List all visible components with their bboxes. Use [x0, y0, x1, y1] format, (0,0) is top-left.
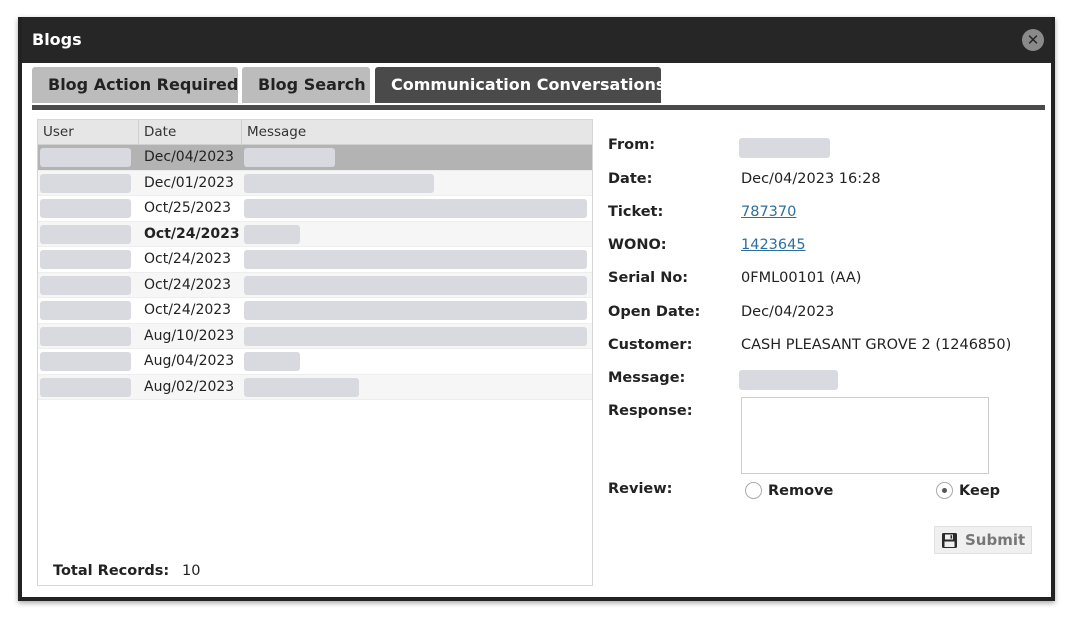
ticket-label: Ticket:: [608, 204, 664, 220]
from-label: From:: [608, 137, 655, 153]
date-cell: Dec/04/2023: [144, 149, 234, 165]
review-keep-label: Keep: [959, 482, 1001, 499]
tab-blog-search[interactable]: Blog Search: [242, 67, 370, 103]
table-row[interactable]: Dec/04/2023: [38, 145, 592, 171]
total-records-label: Total Records:: [53, 563, 170, 579]
date-cell: Oct/24/2023: [144, 302, 232, 318]
open-date-value: Dec/04/2023: [741, 304, 835, 320]
from-value-redacted: [739, 138, 830, 158]
submit-label: Submit: [965, 531, 1026, 549]
user-cell-redacted: [40, 250, 131, 269]
user-cell-redacted: [40, 352, 131, 371]
tab-communication-conversations[interactable]: Communication Conversations: [375, 67, 665, 103]
date-cell: Oct/24/2023: [144, 225, 240, 242]
review-remove-label: Remove: [768, 482, 834, 499]
user-cell-redacted: [40, 199, 131, 218]
date-cell: Aug/02/2023: [144, 378, 235, 395]
message-cell-redacted: [244, 326, 587, 346]
column-header-message[interactable]: Message: [242, 120, 592, 144]
user-cell-redacted: [40, 173, 131, 193]
wono-link[interactable]: 1423645: [741, 237, 806, 253]
review-remove-radio[interactable]: Remove: [745, 482, 833, 499]
title-bar: Blogs ✕: [22, 17, 1051, 63]
message-cell-redacted: [244, 173, 434, 193]
grid-body: Dec/04/2023 Dec/01/2023 Oct/25/2023 Oct/24/…: [38, 145, 592, 400]
table-row[interactable]: Aug/02/2023: [38, 374, 592, 400]
date-cell: Oct/25/2023: [144, 200, 232, 216]
user-cell-redacted: [40, 301, 131, 320]
user-cell-redacted: [40, 326, 131, 346]
user-cell-redacted: [40, 275, 131, 295]
message-cell-redacted: [244, 250, 587, 269]
conversations-grid: User Date Message Dec/04/2023 Dec/01/2023…: [37, 119, 593, 586]
table-row[interactable]: Oct/24/2023: [38, 247, 592, 273]
tab-blog-action-required[interactable]: Blog Action Required: [32, 67, 238, 103]
message-value-redacted: [739, 370, 838, 390]
message-cell-redacted: [244, 275, 587, 295]
user-cell-redacted: [40, 224, 131, 244]
user-cell-redacted: [40, 377, 131, 397]
date-label: Date:: [608, 171, 653, 187]
conversation-detail: From: Date: Dec/04/2023 16:28 Ticket: 78…: [604, 119, 1044, 586]
date-cell: Aug/10/2023: [144, 327, 235, 344]
open-date-label: Open Date:: [608, 304, 701, 320]
date-value: Dec/04/2023 16:28: [741, 171, 881, 187]
date-cell: Oct/24/2023: [144, 276, 232, 293]
radio-keep-indicator: [936, 482, 953, 499]
save-icon: [941, 532, 958, 549]
message-cell-redacted: [244, 352, 300, 371]
table-row[interactable]: Oct/24/2023: [38, 221, 592, 247]
response-textarea[interactable]: [741, 397, 989, 474]
table-row[interactable]: Oct/24/2023: [38, 272, 592, 298]
review-keep-radio[interactable]: Keep: [936, 482, 1000, 499]
response-label: Response:: [608, 403, 693, 419]
table-row[interactable]: Dec/01/2023: [38, 170, 592, 196]
total-records-value: 10: [182, 563, 201, 579]
serial-label: Serial No:: [608, 270, 689, 286]
column-header-user[interactable]: User: [38, 120, 139, 144]
customer-label: Customer:: [608, 337, 693, 353]
grid-header: User Date Message: [38, 120, 592, 145]
table-row[interactable]: Aug/04/2023: [38, 349, 592, 375]
table-row[interactable]: Aug/10/2023: [38, 323, 592, 349]
message-cell-redacted: [244, 301, 587, 320]
column-header-date[interactable]: Date: [139, 120, 242, 144]
table-row[interactable]: Oct/24/2023: [38, 298, 592, 324]
serial-value: 0FML00101 (AA): [741, 270, 862, 286]
radio-remove-indicator: [745, 482, 762, 499]
message-cell-redacted: [244, 199, 587, 218]
ticket-link[interactable]: 787370: [741, 204, 796, 220]
message-cell-redacted: [244, 148, 335, 167]
user-cell-redacted: [40, 148, 131, 167]
table-row[interactable]: Oct/25/2023: [38, 196, 592, 222]
message-cell-redacted: [244, 224, 300, 244]
customer-value: CASH PLEASANT GROVE 2 (1246850): [741, 337, 1012, 353]
date-cell: Oct/24/2023: [144, 251, 232, 267]
message-cell-redacted: [244, 377, 359, 397]
review-label: Review:: [608, 481, 673, 497]
date-cell: Aug/04/2023: [144, 353, 235, 369]
message-label: Message:: [608, 370, 686, 386]
wono-label: WONO:: [608, 237, 667, 253]
submit-button[interactable]: Submit: [934, 526, 1032, 554]
dialog-title: Blogs: [32, 30, 82, 49]
close-icon[interactable]: ✕: [1022, 29, 1044, 51]
tab-underline: [32, 105, 1045, 110]
date-cell: Dec/01/2023: [144, 174, 234, 191]
blogs-dialog: Blogs ✕ Blog Action Required Blog Search…: [18, 17, 1055, 601]
